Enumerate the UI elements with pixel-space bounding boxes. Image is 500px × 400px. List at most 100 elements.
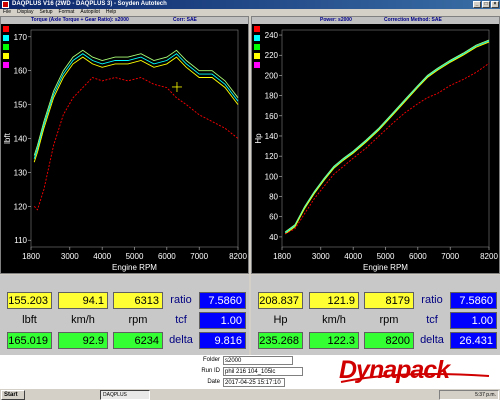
y-tick-label: 60 — [269, 213, 278, 222]
taskbar-app-button[interactable]: DAQPLUS — [100, 390, 150, 400]
y-tick-label: 140 — [265, 132, 279, 141]
legend-swatch — [254, 26, 260, 32]
speed-ref-cell: 122.3 — [309, 332, 359, 349]
power-unit-label: Hp — [273, 314, 288, 326]
run-id-field[interactable]: phil 216 104_105lc — [223, 367, 303, 376]
x-tick-label: 7000 — [441, 252, 459, 261]
torque-unit-label: lbft — [22, 314, 37, 326]
tcf-value-cell: 1.00 — [199, 312, 246, 329]
legend-swatch — [254, 44, 260, 50]
legend-swatch — [3, 44, 9, 50]
delta-value-cell: 26.431 — [450, 332, 497, 349]
series-line — [33, 53, 239, 159]
y-axis-label: lbft — [3, 132, 12, 143]
tcf-label: tcf — [175, 314, 187, 326]
x-tick-label: 5000 — [126, 252, 144, 261]
power-chart-corr: Correction Method: SAE — [384, 17, 442, 23]
x-tick-label: 6000 — [158, 252, 176, 261]
y-tick-label: 40 — [269, 233, 278, 242]
date-label: Date — [207, 379, 220, 385]
series-line — [284, 40, 490, 234]
power-chart-title: Power: s2000 — [320, 17, 352, 23]
x-tick-label: 5000 — [377, 252, 395, 261]
y-tick-label: 220 — [265, 51, 279, 60]
torque-chart-panel: Torque (Axle Torque + Gear Ratio): s2000… — [0, 16, 249, 274]
y-axis-label: Hp — [254, 133, 263, 144]
legend-swatch — [254, 53, 260, 59]
speed-value-cell: 94.1 — [58, 292, 108, 309]
delta-label: delta — [169, 334, 193, 346]
y-tick-label: 100 — [265, 172, 279, 181]
power-value-cell: 208.837 — [258, 292, 303, 309]
legend-swatch — [3, 35, 9, 41]
menu-autopilot[interactable]: Autopilot — [80, 9, 99, 16]
power-chart[interactable]: 40 60 80 100 120 140 160 180 200 220 240 1800 3000 40… — [252, 24, 499, 273]
menu-bar: File Display Setup Format Autopilot Help — [0, 9, 500, 16]
tray-clock: 5:37 p.m. — [475, 392, 496, 398]
y-tick-label: 110 — [14, 236, 27, 245]
series-line — [33, 49, 239, 156]
tcf-value-cell: 1.00 — [450, 312, 497, 329]
rpm-ref-cell: 6234 — [113, 332, 163, 349]
delta-label: delta — [420, 334, 444, 346]
y-tick-label: 160 — [265, 112, 279, 121]
torque-chart[interactable]: 110 120 130 140 150 160 170 1800 3000 4000 5000 600… — [1, 24, 248, 273]
menu-file[interactable]: File — [3, 9, 11, 16]
menu-setup[interactable]: Setup — [39, 9, 52, 16]
legend-swatch — [254, 35, 260, 41]
x-tick-label: 1800 — [22, 252, 40, 261]
y-tick-label: 140 — [14, 135, 28, 144]
y-tick-label: 170 — [14, 33, 28, 42]
ratio-label: ratio — [170, 294, 192, 306]
rpm-unit-label: rpm — [128, 314, 148, 326]
y-tick-label: 120 — [14, 202, 28, 211]
taskbar-app-label: DAQPLUS — [103, 392, 127, 398]
power-readout-panel: 208.837 121.9 8179 ratio 7.5860 Hp km/h … — [251, 275, 500, 355]
y-tick-label: 150 — [14, 101, 28, 110]
date-field[interactable]: 2017-04-25 15:17:10 — [223, 378, 285, 387]
menu-display[interactable]: Display — [17, 9, 33, 16]
minimize-button[interactable]: _ — [473, 1, 481, 8]
maximize-button[interactable]: □ — [482, 1, 490, 8]
menu-format[interactable]: Format — [59, 9, 75, 16]
app-icon — [2, 1, 9, 8]
window-title: DAQPLUS V16 (2WD - DAQPLUS 3) - Soyden A… — [12, 1, 167, 7]
torque-chart-header: Torque (Axle Torque + Gear Ratio): s2000… — [1, 17, 248, 24]
speed-unit-label: km/h — [71, 314, 95, 326]
torque-ref-cell: 165.019 — [7, 332, 52, 349]
close-button[interactable]: × — [491, 1, 499, 8]
series-line — [284, 41, 490, 235]
power-chart-panel: Power: s2000 Correction Method: SAE 40 60… — [251, 16, 500, 274]
menu-help[interactable]: Help — [106, 9, 116, 16]
x-tick-label: 8200 — [480, 252, 498, 261]
folder-field[interactable]: s2000 — [223, 356, 293, 365]
x-axis-label: Engine RPM — [363, 263, 408, 272]
folder-label: Folder — [202, 357, 220, 363]
legend-swatch — [3, 53, 9, 59]
x-tick-label: 1800 — [273, 252, 291, 261]
series-line — [284, 62, 490, 235]
y-tick-label: 200 — [265, 71, 279, 80]
torque-value-cell: 155.203 — [7, 292, 52, 309]
rpm-value-cell: 6313 — [113, 292, 163, 309]
system-tray: 5:37 p.m. — [439, 390, 499, 400]
x-tick-label: 7000 — [190, 252, 208, 261]
x-axis-label: Engine RPM — [112, 263, 157, 272]
window-titlebar: DAQPLUS V16 (2WD - DAQPLUS 3) - Soyden A… — [0, 0, 500, 9]
speed-value-cell: 121.9 — [309, 292, 359, 309]
y-tick-label: 160 — [14, 67, 28, 76]
y-tick-label: 180 — [265, 92, 279, 101]
tcf-label: tcf — [426, 314, 438, 326]
speed-ref-cell: 92.9 — [58, 332, 108, 349]
legend-swatch — [254, 62, 260, 68]
y-tick-label: 80 — [269, 193, 278, 202]
ratio-label: ratio — [421, 294, 443, 306]
start-button[interactable]: Start — [1, 390, 25, 400]
legend-swatch — [3, 26, 9, 32]
delta-value-cell: 9.816 — [199, 332, 246, 349]
rpm-value-cell: 8179 — [364, 292, 414, 309]
x-tick-label: 3000 — [312, 252, 330, 261]
torque-chart-corr: Corr: SAE — [173, 17, 197, 23]
torque-chart-title: Torque (Axle Torque + Gear Ratio): s2000 — [31, 17, 129, 23]
taskbar: Start DAQPLUS 5:37 p.m. — [0, 388, 500, 400]
